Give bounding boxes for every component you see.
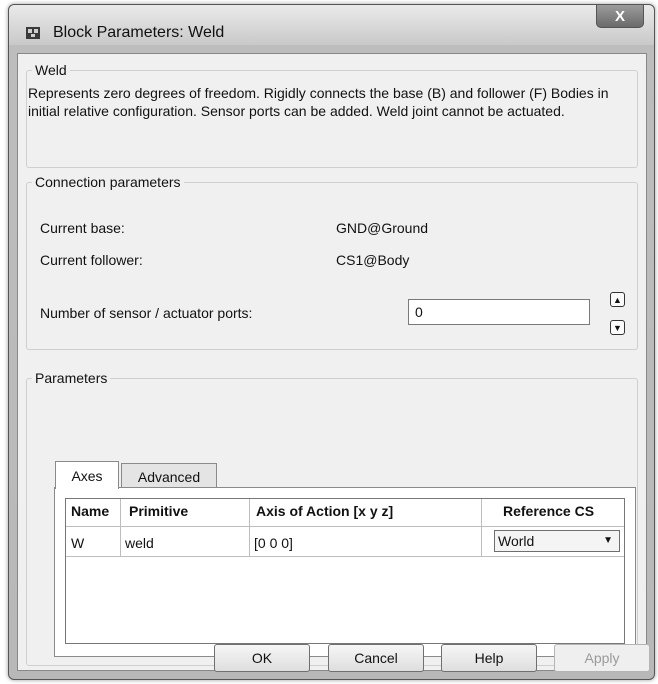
ports-label: Number of sensor / actuator ports:	[40, 305, 253, 321]
weld-description: Represents zero degrees of freedom. Rigi…	[28, 85, 609, 119]
column-header-name[interactable]: Name	[71, 503, 109, 519]
help-button[interactable]: Help	[441, 644, 537, 672]
connection-parameters-legend: Connection parameters	[35, 174, 181, 190]
apply-button[interactable]: Apply	[554, 644, 650, 672]
tab-advanced-label: Advanced	[137, 468, 201, 485]
title-bar[interactable]: Block Parameters: Weld X	[9, 5, 654, 45]
axes-table: Name Primitive Axis of Action [x y z] Re…	[65, 498, 625, 644]
tab-axes[interactable]: Axes	[55, 461, 119, 489]
close-button[interactable]: X	[596, 5, 644, 28]
header-divider	[66, 526, 624, 527]
column-divider	[481, 499, 482, 557]
tab-advanced[interactable]: Advanced	[121, 463, 217, 489]
reference-cs-value: World	[498, 533, 535, 549]
close-icon: X	[614, 7, 625, 25]
column-divider	[249, 499, 250, 557]
cancel-button[interactable]: Cancel	[328, 644, 424, 672]
column-divider	[120, 499, 121, 557]
dialog-client-area: Weld Represents zero degrees of freedom.…	[17, 53, 650, 672]
current-follower-label: Current follower:	[40, 252, 143, 268]
row-divider	[66, 556, 624, 557]
cell-name[interactable]: W	[71, 535, 84, 551]
current-follower-value: CS1@Body	[336, 252, 410, 268]
chevron-down-icon: ▼	[603, 535, 613, 546]
cell-axis-of-action[interactable]: [0 0 0]	[254, 535, 293, 551]
simulink-block-icon	[26, 27, 40, 39]
ports-input[interactable]	[408, 299, 590, 325]
parameters-legend: Parameters	[35, 370, 108, 386]
column-header-axis[interactable]: Axis of Action [x y z]	[256, 503, 393, 519]
ok-button[interactable]: OK	[214, 644, 310, 672]
axes-tab-panel: Name Primitive Axis of Action [x y z] Re…	[54, 487, 636, 657]
weld-group-legend: Weld	[35, 62, 67, 78]
spin-down-button[interactable]: ▼	[610, 320, 625, 335]
arrow-down-icon: ▼	[613, 322, 622, 333]
cell-primitive[interactable]: weld	[125, 535, 154, 551]
column-header-primitive[interactable]: Primitive	[129, 503, 188, 519]
current-base-value: GND@Ground	[336, 220, 429, 236]
current-base-label: Current base:	[40, 220, 125, 236]
window-title: Block Parameters: Weld	[53, 24, 225, 41]
column-header-reference-cs[interactable]: Reference CS	[503, 503, 594, 519]
spin-up-button[interactable]: ▲	[610, 292, 625, 307]
reference-cs-dropdown[interactable]: World ▼	[494, 530, 620, 552]
block-parameters-dialog: Block Parameters: Weld X Weld Represents…	[8, 4, 655, 680]
tab-axes-label: Axes	[71, 467, 103, 484]
arrow-up-icon: ▲	[613, 294, 622, 305]
